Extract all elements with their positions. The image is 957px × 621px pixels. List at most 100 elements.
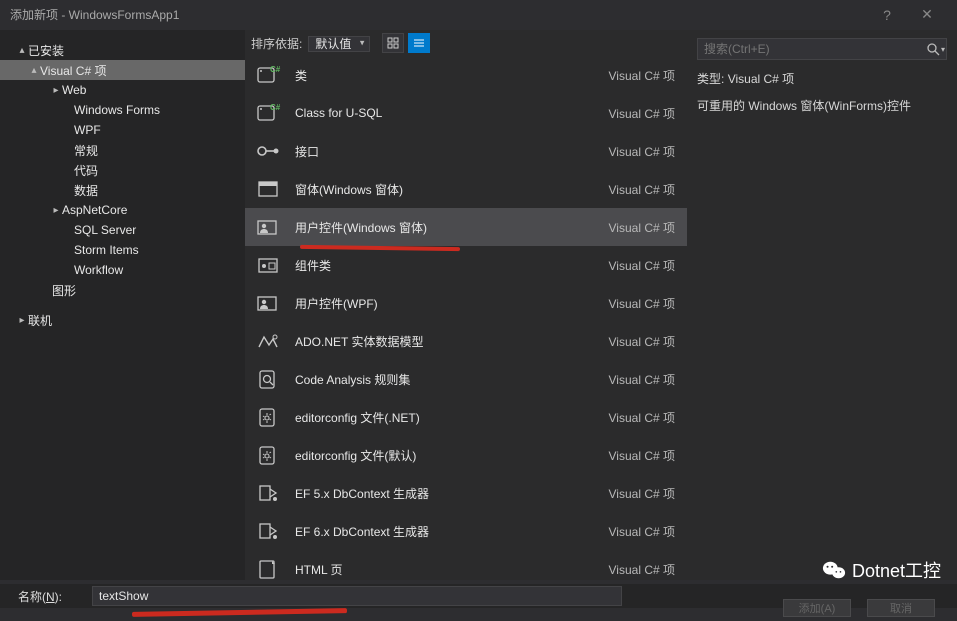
tree-node[interactable]: ▸Web [0,80,245,100]
tree-node[interactable]: ▴Visual C# 项 [0,60,245,80]
template-item[interactable]: 用户控件(Windows 窗体)Visual C# 项 [245,208,687,246]
tree-node[interactable]: 常规 [0,140,245,160]
cancel-button[interactable]: 取消 [867,599,935,617]
caret-right-icon: ▸ [50,204,62,216]
view-grid-button[interactable] [382,33,404,53]
tree-node-label: SQL Server [74,223,136,237]
caret-down-icon: ▴ [28,64,40,76]
tree-node-label: Web [62,83,86,97]
template-type: Visual C# 项 [609,485,679,502]
config-icon [253,441,283,469]
template-label: EF 6.x DbContext 生成器 [295,523,597,540]
name-label: 名称(N): [18,588,62,605]
template-type: Visual C# 项 [609,295,679,312]
tree-header-installed[interactable]: ▴ 已安装 [0,40,245,60]
caret-none [40,284,52,296]
template-type: Visual C# 项 [609,371,679,388]
caret-none [62,124,74,136]
template-label: editorconfig 文件(默认) [295,447,597,464]
search-input[interactable] [697,38,947,60]
template-item[interactable]: 接口 Visual C# 项 [245,132,687,170]
caret-down-icon: ▴ [16,44,28,56]
name-input[interactable] [92,586,622,606]
adonet-icon [253,327,283,355]
tree-panel: ▴ 已安装 ▴Visual C# 项▸WebWindows FormsWPF常规… [0,30,245,580]
template-item[interactable]: Code Analysis 规则集 Visual C# 项 [245,360,687,398]
template-item[interactable]: EF 6.x DbContext 生成器 Visual C# 项 [245,512,687,550]
template-type: Visual C# 项 [609,67,679,84]
class-cs-icon: C# [253,61,283,89]
usercontrol-icon [253,213,283,241]
svg-text:C#: C# [270,65,281,74]
template-item[interactable]: editorconfig 文件(.NET)Visual C# 项 [245,398,687,436]
template-type: Visual C# 项 [609,523,679,540]
component-icon [253,251,283,279]
tree-header-online[interactable]: ▸ 联机 [0,310,245,330]
caret-none [62,144,74,156]
template-item[interactable]: EF 5.x DbContext 生成器Visual C# 项 [245,474,687,512]
tree-node[interactable]: 代码 [0,160,245,180]
template-item[interactable]: ADO.NET 实体数据模型 Visual C# 项 [245,322,687,360]
tree-node[interactable]: SQL Server [0,220,245,240]
template-type: Visual C# 项 [609,409,679,426]
templates-list[interactable]: C# 类 Visual C# 项 C#Class for U-SQLVisual C#… [245,56,687,580]
tree-online-label: 联机 [28,312,52,329]
detail-type: 类型: Visual C# 项 [697,70,947,87]
tree-node-label: Workflow [74,263,123,277]
template-label: 窗体(Windows 窗体) [295,181,597,198]
template-type: Visual C# 项 [609,447,679,464]
template-item[interactable]: C# 类 Visual C# 项 [245,56,687,94]
template-label: 用户控件(WPF) [295,295,597,312]
close-button[interactable]: ✕ [907,4,947,26]
template-type: Visual C# 项 [609,143,679,160]
window-icon [253,175,283,203]
tree-node-label: 图形 [52,282,76,299]
template-item[interactable]: 组件类Visual C# 项 [245,246,687,284]
tree-node[interactable]: Storm Items [0,240,245,260]
details-panel: ▾ 类型: Visual C# 项 可重用的 Windows 窗体(WinFor… [687,30,957,580]
tree-node[interactable]: 图形 [0,280,245,300]
html-icon [253,555,283,580]
tree-node-label: 代码 [74,162,98,179]
templates-panel: 排序依据: 默认值 ▾ C#类Visual C# 项C#Class for U-… [245,30,687,580]
tree-node[interactable]: WPF [0,120,245,140]
view-list-button[interactable] [408,33,430,53]
template-type: Visual C# 项 [609,561,679,578]
sort-select[interactable]: 默认值 [308,36,370,52]
add-button[interactable]: 添加(A) [783,599,851,617]
tree-node[interactable]: Windows Forms [0,100,245,120]
titlebar: 添加新项 - WindowsFormsApp1 ? ✕ [0,0,957,30]
tree-node-label: Windows Forms [74,103,160,117]
tree-node-label: WPF [74,123,101,137]
template-label: HTML 页 [295,561,597,578]
tree-header-label: 已安装 [28,42,64,59]
caret-none [62,164,74,176]
template-item[interactable]: 窗体(Windows 窗体)Visual C# 项 [245,170,687,208]
template-item[interactable]: HTML 页 Visual C# 项 [245,550,687,580]
search-icon[interactable]: ▾ [927,40,945,58]
caret-right-icon: ▸ [16,314,28,326]
template-item[interactable]: editorconfig 文件(默认) Visual C# 项 [245,436,687,474]
action-bar: 添加(A) 取消 [783,599,935,617]
template-label: Class for U-SQL [295,106,597,120]
template-label: 接口 [295,143,597,160]
ef-icon [253,479,283,507]
analysis-icon [253,365,283,393]
tree-node[interactable]: 数据 [0,180,245,200]
template-item[interactable]: C#Class for U-SQLVisual C# 项 [245,94,687,132]
template-label: Code Analysis 规则集 [295,371,597,388]
sort-label: 排序依据: [251,35,302,52]
tree-node[interactable]: ▸AspNetCore [0,200,245,220]
caret-right-icon: ▸ [50,84,62,96]
help-button[interactable]: ? [867,4,907,26]
template-type: Visual C# 项 [609,333,679,350]
caret-none [62,184,74,196]
template-label: ADO.NET 实体数据模型 [295,333,597,350]
tree-node[interactable]: Workflow [0,260,245,280]
template-label: 类 [295,67,597,84]
caret-none [62,104,74,116]
config-icon [253,403,283,431]
window-title: 添加新项 - WindowsFormsApp1 [10,6,179,23]
template-item[interactable]: 用户控件(WPF) Visual C# 项 [245,284,687,322]
caret-none [62,224,74,236]
